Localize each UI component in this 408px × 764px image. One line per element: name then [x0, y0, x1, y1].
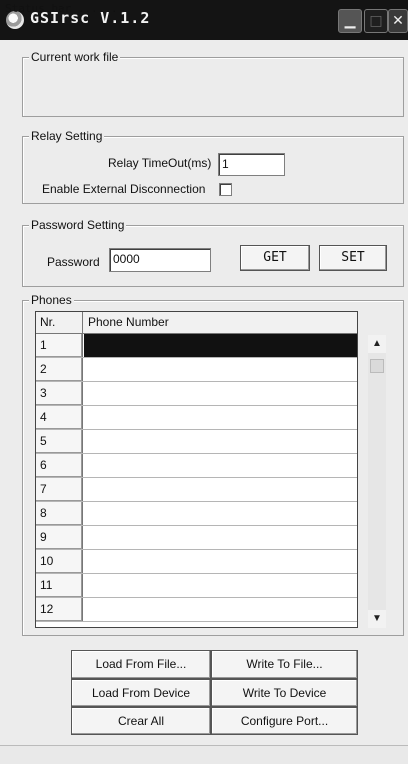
password-input[interactable]: 0000 — [109, 248, 211, 272]
clear-all-button[interactable]: Crear All — [71, 707, 211, 735]
phone-cell[interactable] — [84, 526, 357, 549]
table-row[interactable]: 2 — [36, 358, 357, 382]
table-row[interactable]: 12 — [36, 598, 357, 622]
phone-cell[interactable] — [84, 454, 357, 477]
scroll-up-icon[interactable]: ▲ — [368, 335, 386, 353]
phone-cell[interactable] — [84, 574, 357, 597]
row-number: 3 — [36, 382, 83, 405]
external-disconnection-label: Enable External Disconnection — [42, 182, 206, 196]
row-number: 10 — [36, 550, 83, 573]
row-number: 2 — [36, 358, 83, 381]
table-row[interactable]: 9 — [36, 526, 357, 550]
table-row[interactable]: 6 — [36, 454, 357, 478]
grid-header: Nr. Phone Number — [36, 312, 357, 334]
relay-setting-legend: Relay Setting — [29, 129, 105, 143]
phone-cell[interactable] — [84, 406, 357, 429]
row-number: 8 — [36, 502, 83, 525]
row-number: 5 — [36, 430, 83, 453]
set-button[interactable]: SET — [319, 245, 387, 271]
row-number: 9 — [36, 526, 83, 549]
phone-cell[interactable] — [84, 382, 357, 405]
phones-legend: Phones — [29, 293, 74, 307]
phone-cell[interactable] — [84, 358, 357, 381]
row-number: 6 — [36, 454, 83, 477]
row-number: 11 — [36, 574, 83, 597]
maximize-button[interactable]: □ — [364, 9, 388, 33]
table-row[interactable]: 1 — [36, 334, 357, 358]
table-row[interactable]: 11 — [36, 574, 357, 598]
phone-cell[interactable] — [84, 502, 357, 525]
get-button[interactable]: GET — [240, 245, 310, 271]
phone-cell[interactable] — [84, 478, 357, 501]
row-number: 4 — [36, 406, 83, 429]
current-work-file-legend: Current work file — [29, 50, 121, 64]
table-row[interactable]: 7 — [36, 478, 357, 502]
status-bar-text: Status bar ...... — [5, 2, 118, 15]
load-from-device-button[interactable]: Load From Device — [71, 679, 211, 707]
scroll-thumb[interactable] — [370, 359, 384, 373]
current-work-file-group: Current work file — [22, 50, 404, 117]
write-to-file-button[interactable]: Write To File... — [211, 650, 358, 679]
row-number: 1 — [36, 334, 83, 357]
status-bar — [0, 745, 408, 764]
minimize-button[interactable]: ▁ — [338, 9, 362, 33]
row-number: 7 — [36, 478, 83, 501]
row-number: 12 — [36, 598, 83, 621]
load-from-file-button[interactable]: Load From File... — [71, 650, 211, 679]
table-row[interactable]: 8 — [36, 502, 357, 526]
column-header-phone-number[interactable]: Phone Number — [84, 312, 169, 333]
phone-cell[interactable] — [84, 334, 357, 357]
external-disconnection-checkbox[interactable] — [219, 183, 232, 196]
scroll-down-icon[interactable]: ▼ — [368, 610, 386, 628]
phones-grid[interactable]: Nr. Phone Number 1 2 3 4 5 6 7 8 9 10 11… — [35, 311, 358, 628]
write-to-device-button[interactable]: Write To Device — [211, 679, 358, 707]
phones-scrollbar[interactable]: ▲ ▼ — [368, 335, 386, 628]
password-label: Password — [47, 255, 100, 269]
table-row[interactable]: 5 — [36, 430, 357, 454]
configure-port-button[interactable]: Configure Port... — [211, 707, 358, 735]
password-setting-legend: Password Setting — [29, 218, 127, 232]
relay-timeout-label: Relay TimeOut(ms) — [108, 156, 212, 170]
close-button[interactable]: ✕ — [388, 9, 408, 33]
table-row[interactable]: 10 — [36, 550, 357, 574]
column-header-nr[interactable]: Nr. — [36, 312, 83, 333]
phone-cell[interactable] — [84, 430, 357, 453]
relay-timeout-input[interactable]: 1 — [218, 153, 285, 176]
table-row[interactable]: 4 — [36, 406, 357, 430]
phone-cell[interactable] — [84, 550, 357, 573]
table-row[interactable]: 3 — [36, 382, 357, 406]
phone-cell[interactable] — [84, 598, 357, 621]
